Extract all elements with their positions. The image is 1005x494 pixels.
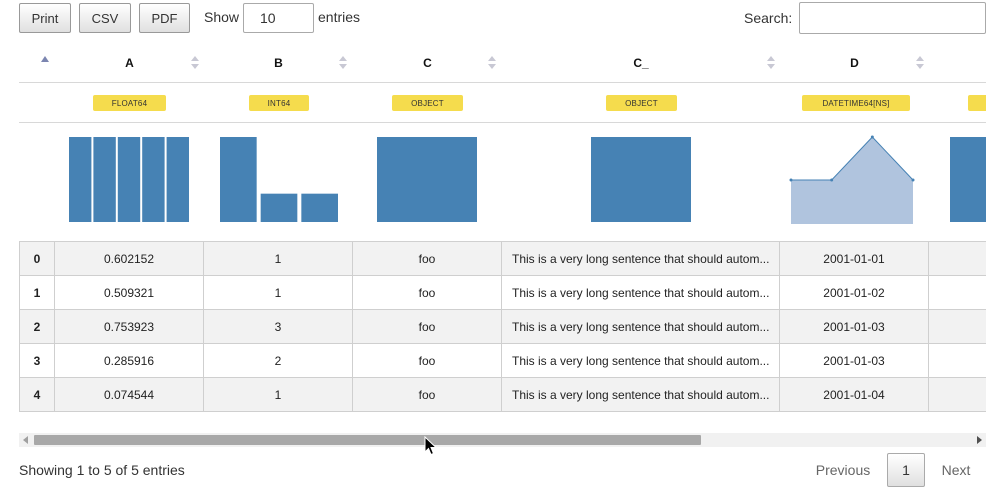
cell-d: 2001-01-02 — [780, 276, 929, 309]
histogram-c — [377, 137, 477, 222]
entries-length-input[interactable] — [243, 3, 314, 33]
area-point — [870, 135, 874, 139]
histogram-a — [69, 137, 189, 222]
cell-e — [929, 310, 986, 343]
cell-b: 1 — [204, 242, 353, 275]
histogram-bar — [69, 137, 92, 222]
cell-d: 2001-01-04 — [780, 378, 929, 411]
row-index-cell: 2 — [19, 310, 55, 343]
sort-arrows-d[interactable] — [916, 56, 924, 70]
search-label: Search: — [744, 10, 793, 26]
cell-a: 0.509321 — [55, 276, 204, 309]
sort-indicator-index[interactable] — [41, 56, 49, 62]
cell-e — [929, 378, 986, 411]
cell-b: 3 — [204, 310, 353, 343]
cell-c: foo — [353, 378, 502, 411]
pdf-button[interactable]: PDF — [139, 3, 190, 33]
sort-arrows-b[interactable] — [339, 56, 347, 70]
column-header-c_[interactable]: C_ — [502, 52, 780, 74]
show-label: Show — [204, 9, 240, 25]
cell-a: 0.285916 — [55, 344, 204, 377]
sort-arrows-a[interactable] — [191, 56, 199, 70]
histogram-e — [950, 137, 986, 222]
cell-c_: This is a very long sentence that should… — [502, 242, 780, 275]
entries-label: entries — [318, 9, 361, 25]
previous-page-button[interactable]: Previous — [806, 453, 880, 487]
sort-arrows-c[interactable] — [488, 56, 496, 70]
cell-b: 1 — [204, 276, 353, 309]
row-index-cell: 3 — [19, 344, 55, 377]
dtype-badge-b: INT64 — [249, 95, 309, 111]
row-index-cell: 1 — [19, 276, 55, 309]
area-point — [911, 178, 915, 182]
mouse-pointer-icon — [424, 436, 438, 456]
sort-arrows-c_[interactable] — [767, 56, 775, 70]
cell-c_: This is a very long sentence that should… — [502, 344, 780, 377]
horizontal-scrollbar[interactable] — [19, 433, 986, 447]
area-point — [789, 178, 793, 182]
cell-e — [929, 242, 986, 275]
histogram-bar — [93, 137, 116, 222]
table-info: Showing 1 to 5 of 5 entries — [19, 462, 185, 478]
histogram-bar — [220, 137, 257, 222]
search-input[interactable] — [799, 2, 986, 34]
dtype-badge-e — [968, 95, 986, 111]
cell-a: 0.602152 — [55, 242, 204, 275]
histogram-bar — [166, 137, 189, 222]
histogram-d — [789, 135, 915, 224]
table-row[interactable]: 4 0.074544 1 foo This is a very long sentenc… — [19, 378, 986, 412]
histogram-bar — [117, 137, 141, 222]
cell-a: 0.753923 — [55, 310, 204, 343]
cell-d: 2001-01-01 — [780, 242, 929, 275]
histogram-bar — [377, 137, 477, 222]
row-index-cell: 0 — [19, 242, 55, 275]
cell-c_: This is a very long sentence that should… — [502, 378, 780, 411]
cell-e — [929, 276, 986, 309]
column-header-a[interactable]: A — [55, 52, 204, 74]
histogram-bar — [301, 193, 338, 222]
cell-d: 2001-01-03 — [780, 310, 929, 343]
scroll-left-arrow-icon[interactable] — [23, 436, 28, 444]
cell-b: 1 — [204, 378, 353, 411]
dtype-badge-c: OBJECT — [392, 95, 463, 111]
cell-c: foo — [353, 310, 502, 343]
table-row[interactable]: 3 0.285916 2 foo This is a very long sentenc… — [19, 344, 986, 378]
area-point — [830, 178, 834, 182]
cell-c: foo — [353, 344, 502, 377]
cell-c_: This is a very long sentence that should… — [502, 276, 780, 309]
table-row[interactable]: 1 0.509321 1 foo This is a very long sentenc… — [19, 276, 986, 310]
cell-c: foo — [353, 276, 502, 309]
table-row[interactable]: 2 0.753923 3 foo This is a very long sentenc… — [19, 310, 986, 344]
scrollbar-thumb[interactable] — [34, 435, 701, 445]
data-table: A B C C_ D FLOAT64 INT64 OBJECT OBJECT D… — [19, 42, 986, 414]
column-header-c[interactable]: C — [353, 52, 502, 74]
row-index-cell: 4 — [19, 378, 55, 411]
scroll-right-arrow-icon[interactable] — [977, 436, 982, 444]
cell-d: 2001-01-03 — [780, 344, 929, 377]
next-page-button[interactable]: Next — [932, 453, 980, 487]
histogram-c_ — [591, 137, 691, 222]
histogram-bar — [260, 193, 298, 222]
cell-c: foo — [353, 242, 502, 275]
page-1-button[interactable]: 1 — [887, 453, 925, 487]
dtype-badge-d: DATETIME64[NS] — [802, 95, 910, 111]
table-row[interactable]: 0 0.602152 1 foo This is a very long sentenc… — [19, 242, 986, 276]
cell-e — [929, 344, 986, 377]
column-header-d[interactable]: D — [780, 52, 929, 74]
column-header-b[interactable]: B — [204, 52, 353, 74]
cell-b: 2 — [204, 344, 353, 377]
dtype-badge-c_: OBJECT — [606, 95, 677, 111]
csv-button[interactable]: CSV — [79, 3, 131, 33]
cell-a: 0.074544 — [55, 378, 204, 411]
print-button[interactable]: Print — [19, 3, 71, 33]
dtype-badge-a: FLOAT64 — [93, 95, 166, 111]
histogram-bar — [591, 137, 691, 222]
histogram-b — [220, 137, 338, 222]
cell-c_: This is a very long sentence that should… — [502, 310, 780, 343]
histogram-bar — [142, 137, 165, 222]
